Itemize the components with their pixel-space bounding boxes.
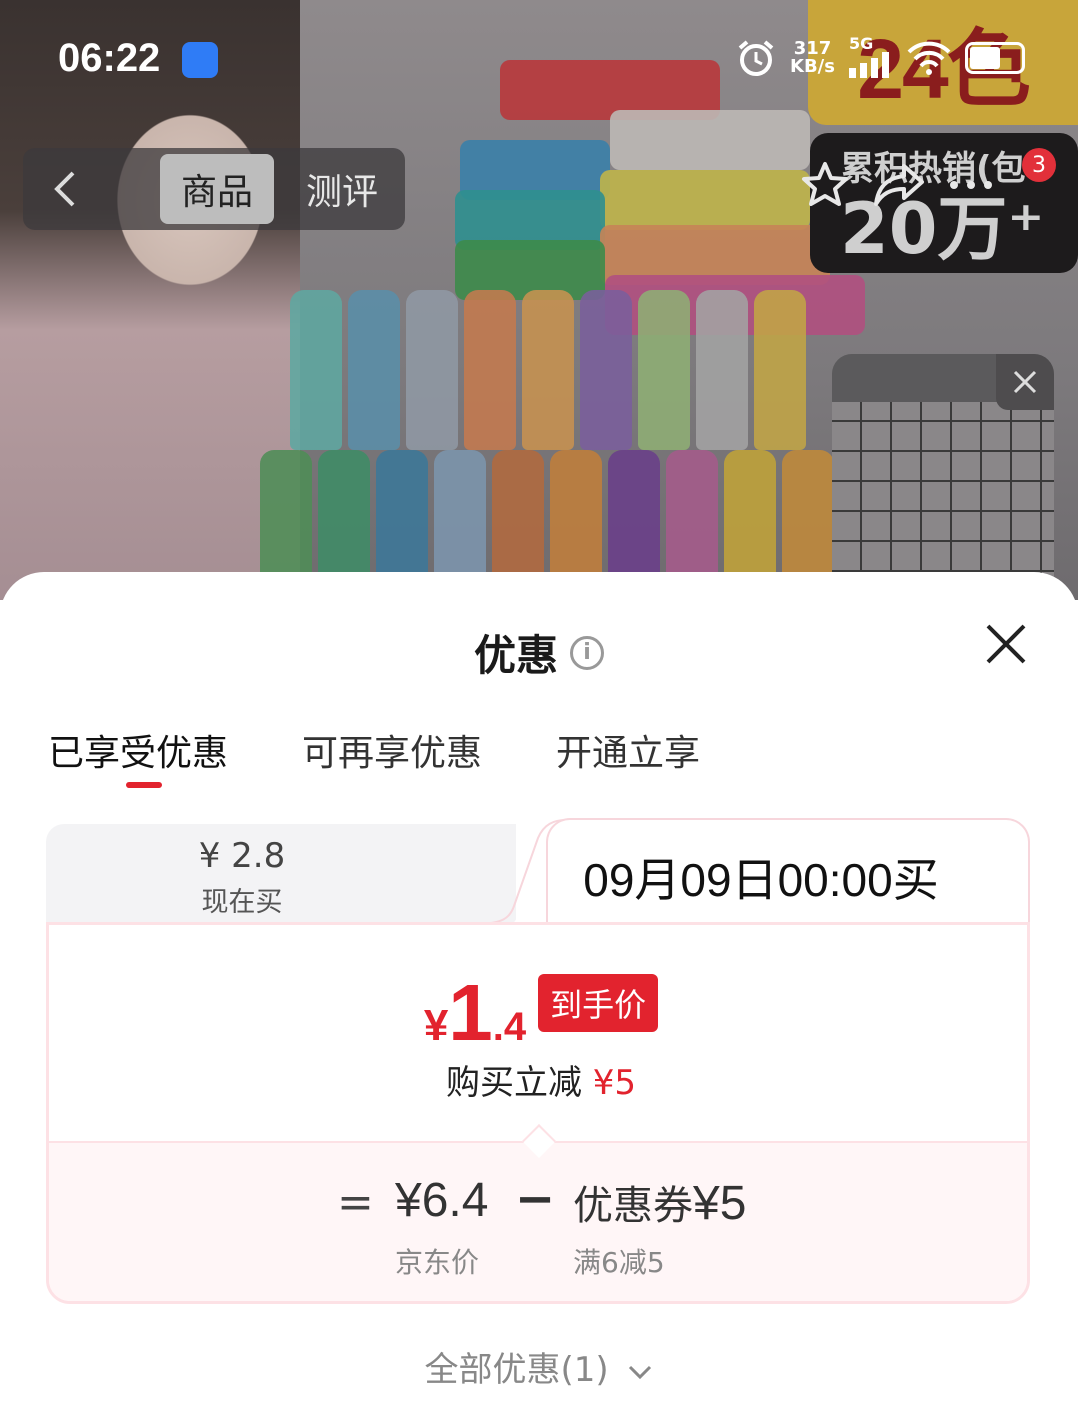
share-icon[interactable]: [872, 160, 926, 210]
discount-sheet: 优惠 i 已享受优惠 可再享优惠 开通立享 ¥ 2.8 现在买 09月09日00:…: [0, 572, 1078, 1423]
tab-goods[interactable]: 商品: [160, 154, 274, 224]
video-preview[interactable]: [832, 354, 1054, 600]
buy-now-price: ¥ 2.8: [198, 836, 286, 876]
tab-activate[interactable]: 开通立享: [556, 724, 700, 776]
tab-more-discounts[interactable]: 可再享优惠: [302, 724, 482, 776]
tab-review[interactable]: 测评: [290, 154, 394, 224]
jd-price-label: 京东价: [395, 1246, 480, 1279]
battery-icon: [964, 42, 1025, 74]
minus-sign: −: [515, 1171, 556, 1227]
close-icon[interactable]: [982, 620, 1030, 668]
sheet-title-text: 优惠: [473, 631, 558, 680]
future-buy-time: 09月09日00:00买: [583, 854, 939, 906]
net-speed-unit: KB/s: [790, 56, 835, 77]
signal-icon: 5G: [848, 34, 893, 78]
close-icon: [1013, 370, 1037, 394]
more-icon[interactable]: [948, 175, 994, 195]
sheet-title: 优惠 i: [0, 622, 1078, 683]
wifi-icon: [907, 41, 951, 75]
header-actions: [800, 160, 994, 210]
network-type: 5G: [848, 34, 874, 53]
buy-now-tab[interactable]: ¥ 2.8 现在买: [46, 824, 516, 924]
chevron-left-icon: [54, 171, 75, 207]
instant-reduce: 购买立减 ¥5: [49, 1055, 1027, 1104]
final-price-int: 1: [448, 968, 493, 1057]
video-thumbnail: [832, 402, 1054, 600]
final-price-symbol: ¥: [423, 1001, 449, 1050]
discount-tabs: 已享受优惠 可再享优惠 开通立享: [48, 724, 700, 788]
jd-price: ¥6.4: [395, 1174, 489, 1227]
clay-block: [600, 170, 810, 230]
buy-now-label: 现在买: [201, 887, 283, 918]
all-offers-label: 全部优惠(1): [424, 1350, 609, 1390]
equals-sign: =: [337, 1177, 374, 1228]
clay-sticks-top: [290, 290, 806, 450]
chevron-down-icon: [629, 1365, 652, 1379]
final-price-dec: .4: [492, 1005, 527, 1049]
net-speed: 317 KB/s: [790, 40, 835, 76]
final-price-tag: 到手价: [538, 974, 659, 1032]
final-price: ¥1.4 到手价: [49, 967, 1027, 1059]
info-icon[interactable]: i: [570, 635, 604, 670]
alarm-icon: [738, 40, 774, 76]
back-button[interactable]: [23, 148, 107, 230]
coupon-label: 优惠券: [573, 1183, 693, 1229]
coupon-rule: 满6减5: [573, 1246, 665, 1279]
status-bar: 06:22 317 KB/s 5G: [0, 0, 1078, 120]
instant-reduce-label: 购买立减: [445, 1063, 582, 1103]
price-detail: ¥1.4 到手价 购买立减 ¥5 = ¥6.4 京东价 − 优惠券¥5 满6减5: [46, 922, 1030, 1304]
coupon-value: ¥5: [693, 1177, 747, 1230]
status-time: 06:22: [58, 36, 161, 80]
more-badge-count: 3: [1022, 148, 1056, 182]
tab-enjoyed[interactable]: 已享受优惠: [48, 724, 228, 788]
coupon: 优惠券¥5: [573, 1173, 746, 1231]
star-icon[interactable]: [800, 160, 850, 210]
all-offers-button[interactable]: 全部优惠(1): [0, 1342, 1078, 1391]
price-card: ¥ 2.8 现在买 09月09日00:00买 ¥1.4 到手价 购买立减 ¥5 =…: [46, 818, 1030, 1304]
price-calculation: = ¥6.4 京东价 − 优惠券¥5 满6减5: [49, 1124, 1027, 1301]
instant-reduce-value: ¥5: [592, 1063, 637, 1103]
app-notification-icon: [182, 42, 218, 78]
video-close-button[interactable]: [996, 354, 1054, 410]
